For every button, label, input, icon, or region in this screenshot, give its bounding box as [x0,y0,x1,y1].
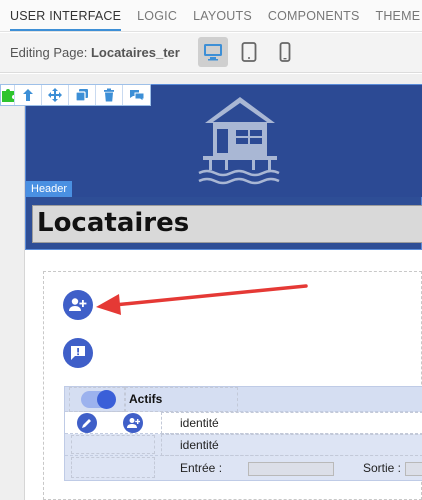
header-label-cell [125,387,238,412]
table-row[interactable]: identité [65,412,422,434]
alert-message-icon [71,346,85,360]
page-title: Locataires [37,208,190,238]
edit-button[interactable] [77,413,97,433]
puzzle-icon [1,89,14,102]
move-icon [48,88,62,102]
table-row[interactable]: identité [65,434,422,456]
tab-components[interactable]: COMPONENTS [268,9,360,31]
tab-logic[interactable]: LOGIC [137,9,177,31]
alert-button[interactable] [63,338,93,368]
person-icon [126,418,140,428]
phone-icon [279,42,291,62]
tenant-table: Actifs identité identité Entrée : Sortie… [64,386,422,481]
trash-icon [104,88,114,102]
tab-theme[interactable]: THEME [375,9,420,31]
device-switcher [198,37,300,67]
stilt-house-logo [198,97,280,185]
view-person-button[interactable] [123,413,143,433]
editing-page-label: Editing Page: Locataires_ter [10,45,180,60]
editing-page-name: Locataires_ter [90,45,180,60]
move-button[interactable] [42,85,69,105]
comment-button[interactable] [123,85,150,105]
empty-cell [71,435,155,454]
tab-user-interface[interactable]: USER INTERFACE [10,9,122,31]
arrow-up-icon [23,89,33,101]
delete-button[interactable] [96,85,123,105]
move-up-button[interactable] [15,85,42,105]
table-row[interactable]: Entrée : Sortie : [65,456,422,480]
toggle-knob [97,390,116,409]
tablet-icon [241,42,257,62]
add-tenant-button[interactable] [63,290,93,320]
tab-layouts[interactable]: LAYOUTS [193,9,252,31]
entry-date-field[interactable] [248,462,334,476]
tablet-preview-button[interactable] [234,37,264,67]
title-container[interactable]: Locataires [32,205,422,243]
header-badge: Header [26,181,73,197]
phone-preview-button[interactable] [270,37,300,67]
entry-date-label: Entrée : [180,461,223,475]
puzzle-button[interactable] [1,85,15,105]
empty-cell [71,457,155,478]
exit-date-field[interactable] [405,462,422,476]
component-toolbar [0,84,151,106]
desktop-icon [204,44,222,61]
editing-bar: Editing Page: Locataires_ter [0,33,422,73]
identity-text: identité [180,416,219,430]
header-component[interactable]: Header Locataires [25,84,422,250]
person-add-icon [69,298,87,311]
red-annotation-arrow [96,284,308,315]
identity-text: identité [180,438,219,452]
exit-date-label: Sortie : [363,461,402,475]
comments-icon [129,90,144,102]
duplicate-button[interactable] [69,85,96,105]
top-tab-bar: USER INTERFACE LOGIC LAYOUTS COMPONENTS … [0,0,422,32]
pencil-icon [82,419,91,428]
copy-icon [75,89,88,102]
active-toggle[interactable] [81,390,116,409]
desktop-preview-button[interactable] [198,37,228,67]
table-header-row: Actifs [65,387,422,412]
